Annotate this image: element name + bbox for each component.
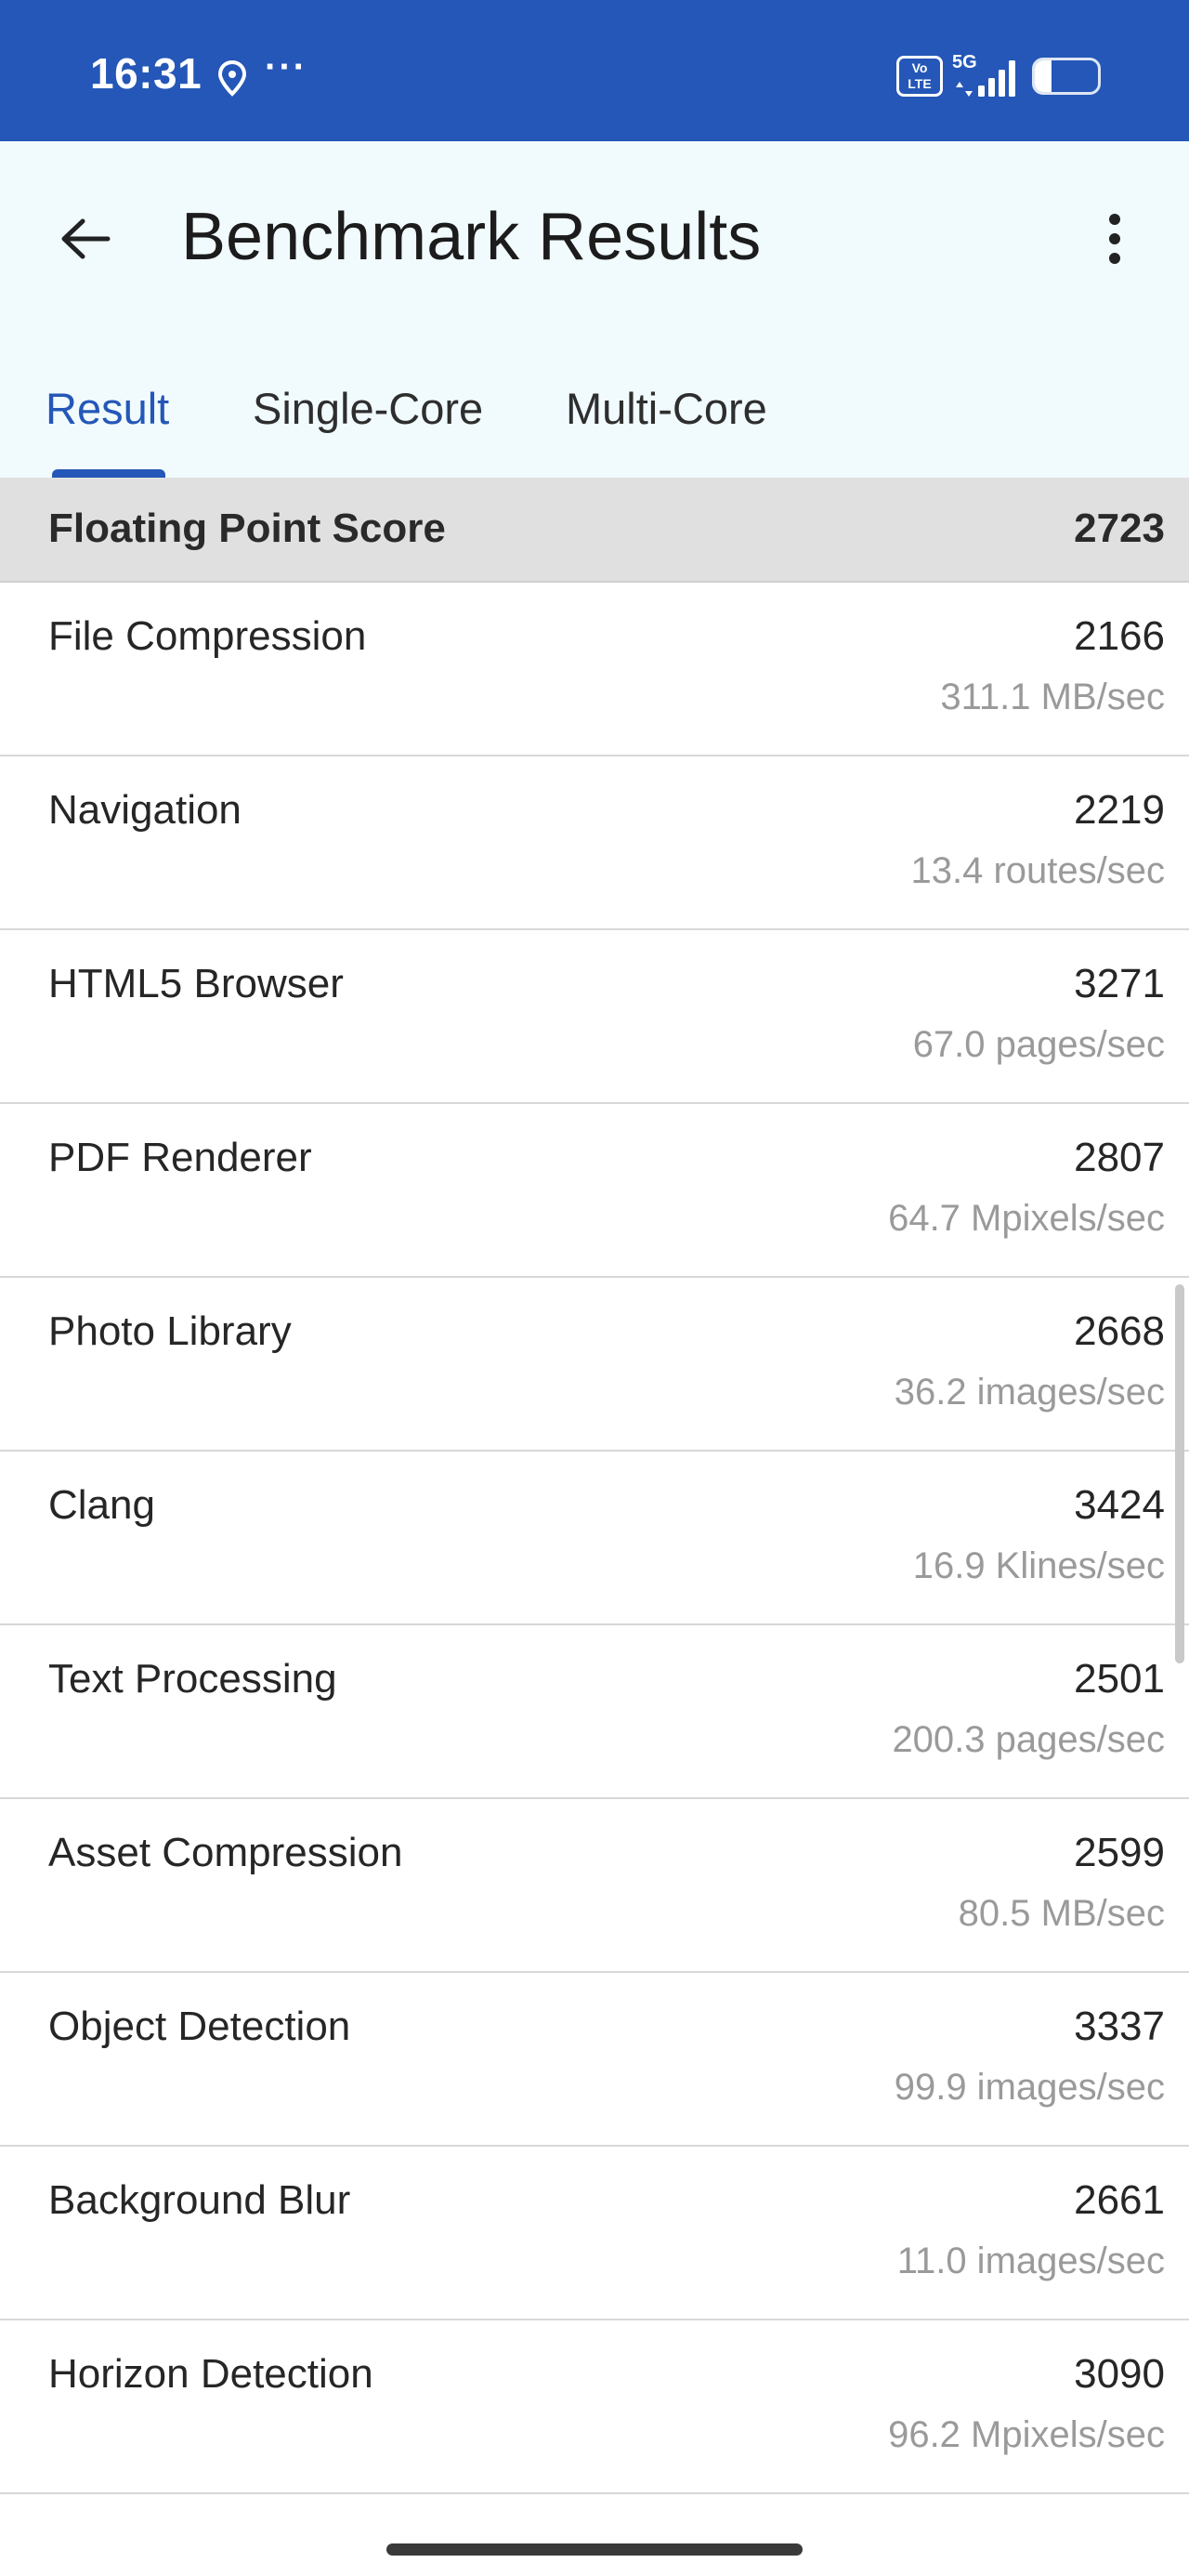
back-button[interactable]	[52, 206, 117, 271]
floating-point-score-row: Floating Point Score 2723	[0, 478, 1189, 583]
result-score: 3090	[1074, 2351, 1165, 2397]
status-icons: Vo LTE 5G 26	[896, 52, 1101, 99]
tab-result[interactable]: Result	[46, 383, 169, 434]
result-rate: 67.0 pages/sec	[912, 1024, 1165, 1065]
result-row-object-detection: Object Detection 3337 99.9 images/sec	[0, 1973, 1189, 2147]
result-name: PDF Renderer	[48, 1135, 312, 1180]
result-name: File Compression	[48, 613, 367, 659]
status-bar: 16:31 ··· Vo LTE 5G 26	[0, 0, 1189, 141]
result-name: Horizon Detection	[48, 2351, 373, 2397]
result-rate: 16.9 Klines/sec	[912, 1545, 1165, 1586]
result-score: 2166	[1074, 613, 1165, 659]
results-list: File Compression 2166 311.1 MB/sec Navig…	[0, 583, 1189, 2494]
result-row-asset-compression: Asset Compression 2599 80.5 MB/sec	[0, 1799, 1189, 1973]
signal-bars-icon: 5G	[952, 52, 1023, 99]
more-vert-icon	[1109, 214, 1120, 225]
tab-multi-core[interactable]: Multi-Core	[566, 383, 767, 434]
result-score: 2661	[1074, 2177, 1165, 2223]
result-name: Text Processing	[48, 1656, 337, 1702]
result-name: HTML5 Browser	[48, 961, 344, 1006]
result-name: Background Blur	[48, 2177, 351, 2223]
overflow-menu-button[interactable]	[1096, 206, 1133, 271]
result-rate: 36.2 images/sec	[894, 1372, 1165, 1413]
result-row-html5-browser: HTML5 Browser 3271 67.0 pages/sec	[0, 930, 1189, 1104]
result-rate: 99.9 images/sec	[894, 2067, 1165, 2108]
location-pin-icon	[217, 59, 247, 97]
result-rate: 311.1 MB/sec	[940, 677, 1165, 717]
arrow-left-icon	[61, 218, 111, 259]
result-score: 3337	[1074, 2004, 1165, 2049]
battery-level: 26	[1052, 63, 1080, 91]
result-row-photo-library: Photo Library 2668 36.2 images/sec	[0, 1278, 1189, 1452]
result-row-text-processing: Text Processing 2501 200.3 pages/sec	[0, 1625, 1189, 1799]
summary-value: 2723	[1074, 506, 1165, 551]
result-row-file-compression: File Compression 2166 311.1 MB/sec	[0, 583, 1189, 756]
active-tab-indicator	[52, 469, 165, 478]
result-score: 2501	[1074, 1656, 1165, 1702]
result-row-background-blur: Background Blur 2661 11.0 images/sec	[0, 2147, 1189, 2320]
result-score: 2668	[1074, 1308, 1165, 1354]
result-name: Clang	[48, 1482, 155, 1528]
result-name: Navigation	[48, 787, 242, 833]
result-rate: 80.5 MB/sec	[958, 1893, 1165, 1934]
tab-bar: Result Single-Core Multi-Core	[0, 362, 1189, 478]
tab-single-core[interactable]: Single-Core	[253, 383, 483, 434]
result-name: Photo Library	[48, 1308, 292, 1354]
result-score: 2219	[1074, 787, 1165, 833]
result-rate: 13.4 routes/sec	[910, 850, 1166, 891]
home-indicator[interactable]	[386, 2543, 803, 2556]
result-row-pdf-renderer: PDF Renderer 2807 64.7 Mpixels/sec	[0, 1104, 1189, 1278]
volte-icon: Vo LTE	[896, 56, 943, 97]
result-row-navigation: Navigation 2219 13.4 routes/sec	[0, 756, 1189, 930]
result-rate: 96.2 Mpixels/sec	[888, 2414, 1165, 2455]
result-score: 2807	[1074, 1135, 1165, 1180]
scrollbar[interactable]	[1175, 1284, 1184, 1663]
result-name: Object Detection	[48, 2004, 351, 2049]
result-rate: 200.3 pages/sec	[892, 1719, 1165, 1760]
notification-more-indicator: ···	[265, 46, 307, 87]
result-rate: 64.7 Mpixels/sec	[888, 1198, 1165, 1239]
page-title: Benchmark Results	[181, 200, 762, 274]
summary-label: Floating Point Score	[48, 506, 446, 551]
status-time: 16:31	[90, 49, 203, 98]
result-rate: 11.0 images/sec	[896, 2241, 1165, 2281]
result-score: 2599	[1074, 1830, 1165, 1875]
result-row-horizon-detection: Horizon Detection 3090 96.2 Mpixels/sec	[0, 2320, 1189, 2494]
result-score: 3271	[1074, 961, 1165, 1006]
result-score: 3424	[1074, 1482, 1165, 1528]
result-name: Asset Compression	[48, 1830, 403, 1875]
battery-icon: 26	[1032, 58, 1101, 95]
result-row-clang: Clang 3424 16.9 Klines/sec	[0, 1452, 1189, 1625]
